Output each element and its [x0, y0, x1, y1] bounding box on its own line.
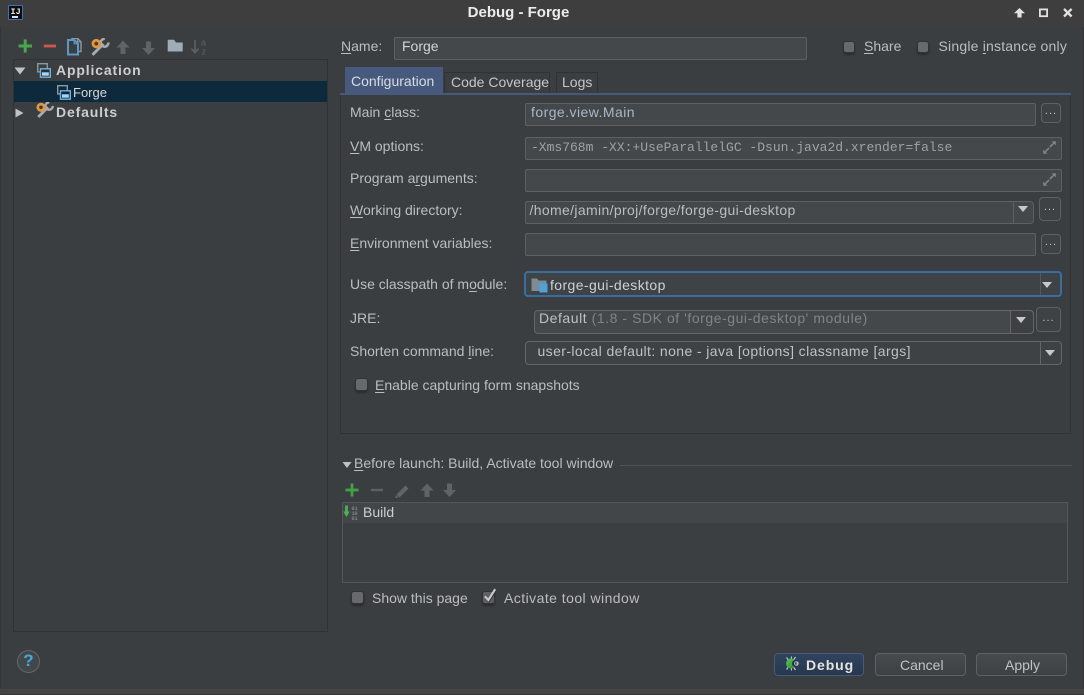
svg-text:01: 01: [352, 516, 358, 520]
svg-text:z: z: [202, 47, 207, 57]
